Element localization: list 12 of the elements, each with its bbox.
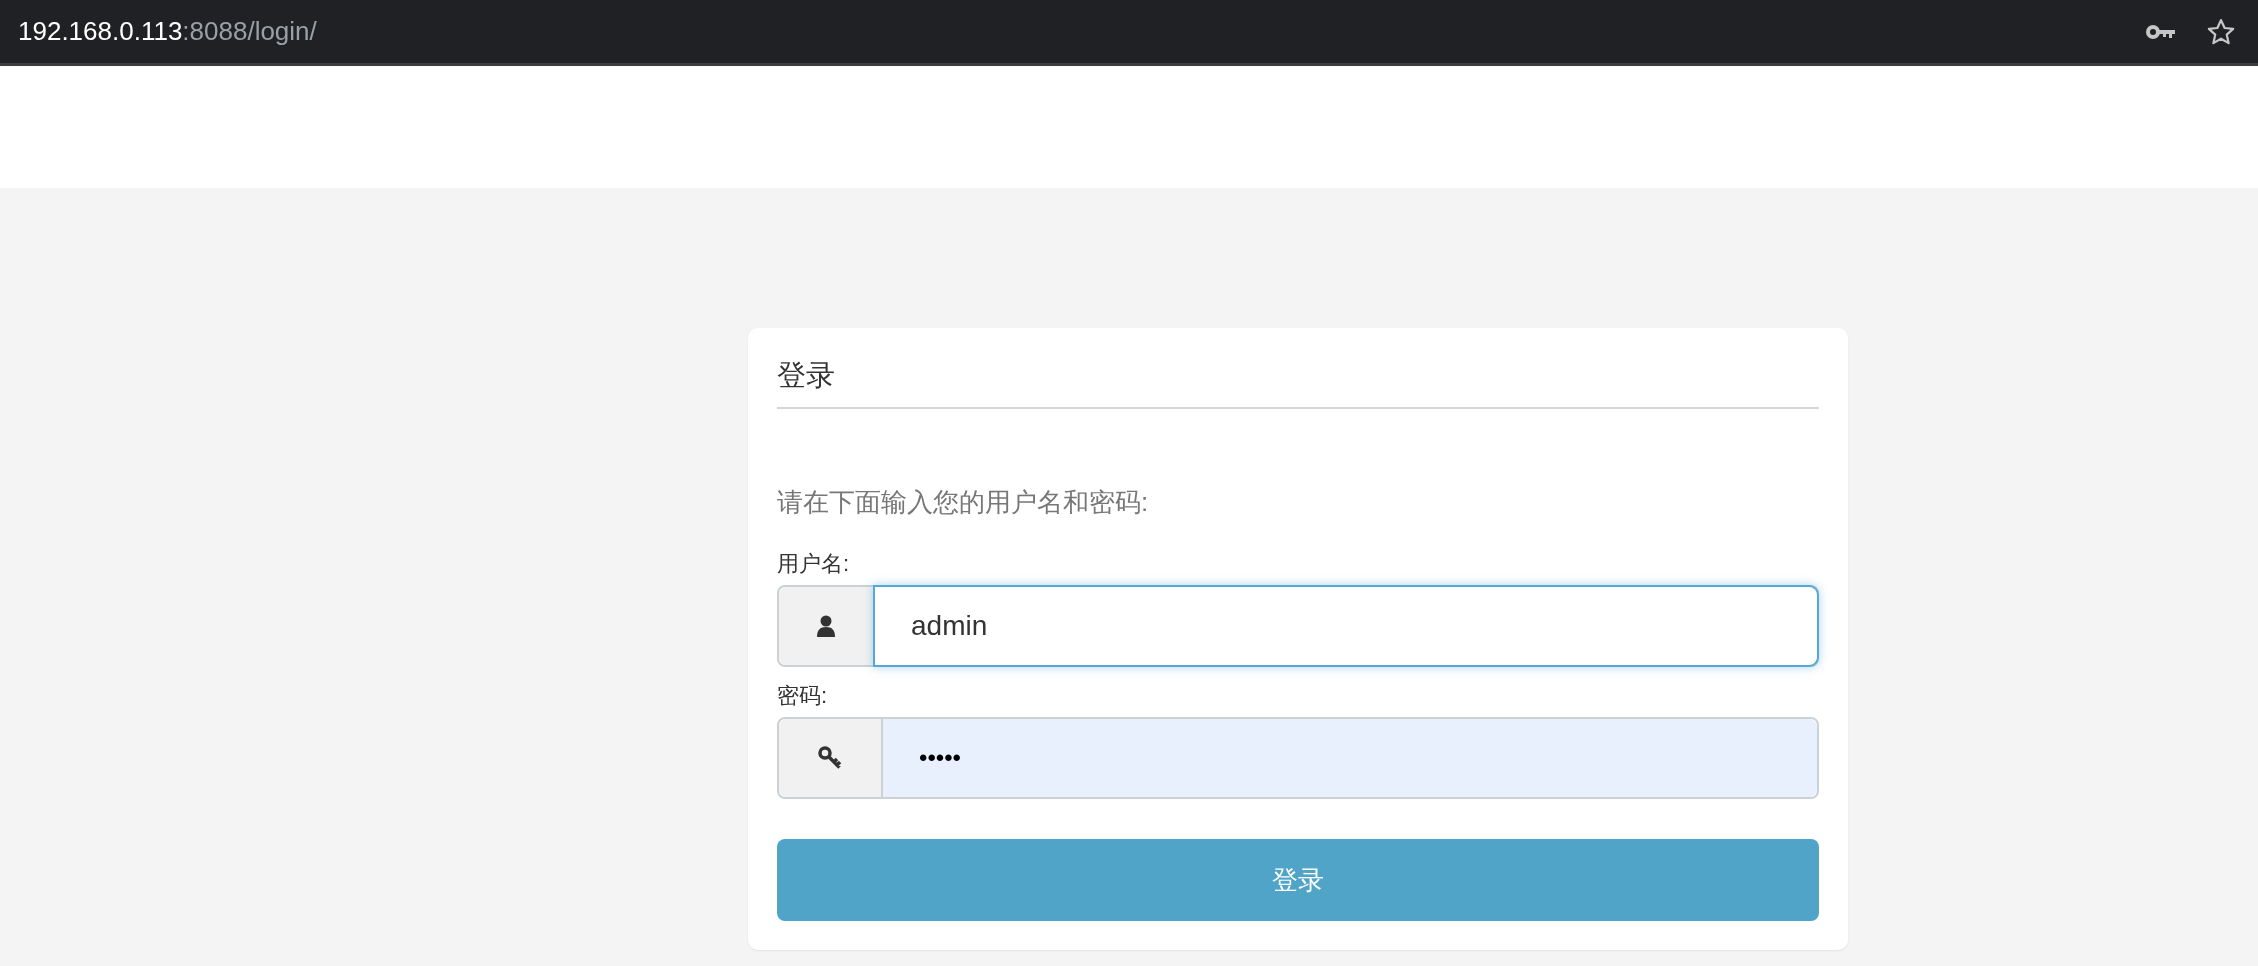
url-host: 192.168.0.113 — [18, 16, 183, 47]
username-field[interactable]: admin — [777, 585, 1819, 667]
field-label: 密码: — [777, 682, 829, 710]
field-label: 用户名: — [777, 550, 851, 578]
login-title: 登录 — [777, 357, 1819, 409]
star-icon[interactable] — [2206, 16, 2236, 47]
url-path: :8088/login/ — [182, 16, 317, 47]
login-prompt: 请在下面输入您的用户名和密码: — [777, 486, 1150, 519]
key-icon[interactable] — [2146, 23, 2176, 40]
password-field[interactable]: ••••• — [777, 717, 1819, 799]
key-icon — [817, 745, 843, 771]
person-icon — [816, 615, 836, 637]
